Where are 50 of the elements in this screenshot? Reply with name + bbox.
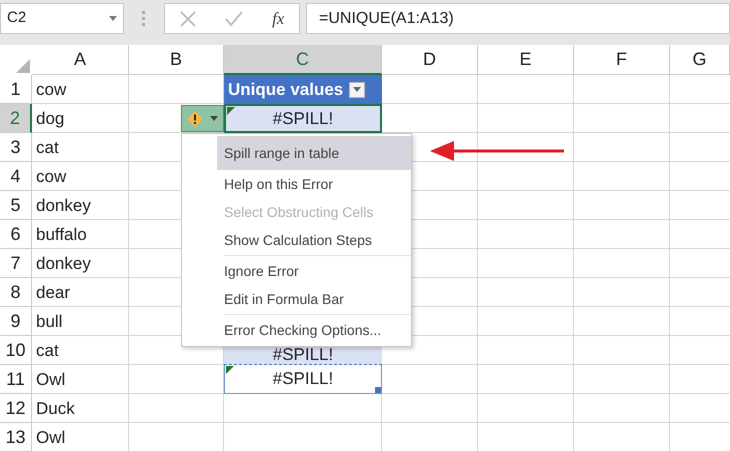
table-cell-text: Owl: [35, 426, 66, 449]
table-cell-text: cow: [35, 78, 68, 101]
corner-triangle-icon[interactable]: [16, 59, 30, 73]
table-cell-text: cow: [35, 166, 68, 188]
table-cell-text: dear: [35, 282, 72, 304]
row-header[interactable]: 2: [0, 104, 32, 133]
warning-icon: [187, 110, 204, 126]
table-header-cell[interactable]: Unique values: [224, 75, 382, 104]
error-value: #SPILL!: [272, 108, 334, 130]
column-header[interactable]: D: [382, 45, 478, 75]
name-box[interactable]: C2: [0, 3, 124, 34]
arrow-icon: [430, 140, 564, 162]
menu-item[interactable]: Show Calculation Steps: [182, 226, 411, 254]
column-header[interactable]: C: [224, 45, 382, 75]
table-cell-text: Owl: [35, 368, 66, 391]
check-icon[interactable]: [224, 10, 243, 26]
menu-item[interactable]: Help on this Error: [182, 170, 411, 198]
column-header[interactable]: G: [670, 45, 730, 75]
menu-item[interactable]: Error Checking Options...: [182, 316, 411, 344]
error-value: #SPILL!: [272, 346, 334, 363]
column-header[interactable]: B: [129, 45, 224, 75]
header-text: Unique values: [228, 78, 344, 101]
insert-function-button[interactable]: fx: [272, 6, 284, 32]
fill-handle-icon[interactable]: [375, 387, 381, 393]
error-indicator-icon: [227, 107, 235, 115]
select-all-corner[interactable]: [0, 45, 32, 75]
table-cell-text: dog: [35, 108, 66, 130]
column-header[interactable]: A: [32, 45, 129, 75]
cell-reference: C2: [7, 8, 26, 28]
grip-icon: [142, 10, 146, 26]
column-header[interactable]: F: [574, 45, 670, 75]
cancel-icon[interactable]: [180, 10, 196, 26]
table-cell-text: donkey: [35, 194, 92, 217]
table-cell-text: Duck: [35, 398, 76, 420]
table-cell-text: buffalo: [35, 224, 88, 246]
table-cell-text: cat: [35, 136, 60, 159]
dropdown-caret-icon[interactable]: [109, 16, 117, 21]
error-value: #SPILL!: [272, 368, 334, 390]
filter-dropdown-button[interactable]: [349, 82, 366, 98]
table-cell-text: donkey: [35, 252, 92, 275]
table-cell-text: cat: [35, 340, 60, 362]
formula-input[interactable]: =UNIQUE(A1:A13): [306, 3, 730, 34]
table-cell-text: bull: [35, 310, 64, 333]
menu-item[interactable]: Edit in Formula Bar: [182, 285, 411, 313]
error-options-button[interactable]: [181, 105, 224, 132]
caret-icon: [353, 87, 362, 92]
column-header[interactable]: E: [478, 45, 574, 75]
menu-item[interactable]: Ignore Error: [182, 257, 411, 285]
caret-icon: [210, 116, 218, 121]
menu-item[interactable]: Spill range in table: [217, 136, 411, 170]
